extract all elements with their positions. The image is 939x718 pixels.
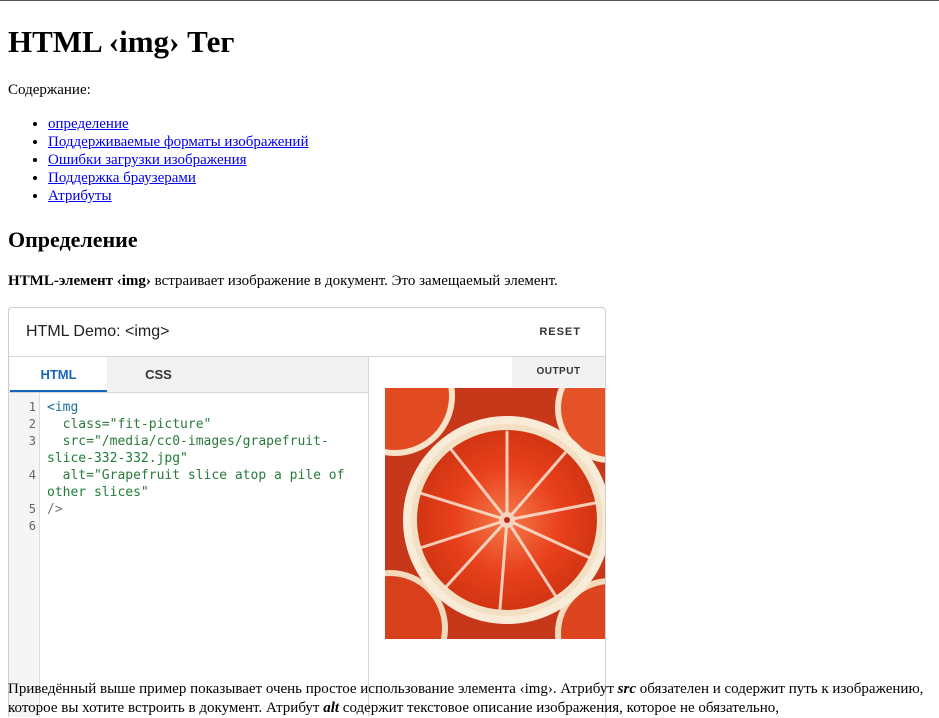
toc-label: Содержание: bbox=[8, 82, 91, 98]
output-pane: OUTPUT bbox=[369, 357, 605, 717]
code-text: slice-332-332.jpg" bbox=[47, 451, 188, 466]
line-number: 4 bbox=[28, 468, 36, 482]
line-number: 3 bbox=[28, 434, 36, 448]
tab-html[interactable]: HTML bbox=[10, 357, 107, 392]
definition-strong: HTML-элемент ‹img› bbox=[8, 273, 151, 289]
code-text: /> bbox=[47, 502, 63, 517]
output-label: OUTPUT bbox=[512, 357, 605, 387]
toc-item: Атрибуты bbox=[48, 187, 309, 205]
code-line: slice-332-332.jpg" bbox=[9, 450, 368, 467]
top-border bbox=[0, 0, 939, 1]
paragraph-text: Приведённый выше пример показывает очень… bbox=[8, 681, 618, 697]
toc-link-formats[interactable]: Поддерживаемые форматы изображений bbox=[48, 134, 309, 150]
line-number: 2 bbox=[28, 417, 36, 431]
paragraph-text: содержит текстовое описание изображения,… bbox=[339, 700, 780, 716]
intro-paragraph: Приведённый выше пример показывает очень… bbox=[8, 680, 933, 718]
code-line: 3 src="/media/cc0-images/grapefruit- bbox=[9, 433, 368, 450]
toc-link-definition[interactable]: определение bbox=[48, 116, 129, 132]
toc-item: определение bbox=[48, 115, 309, 133]
demo-header: HTML Demo: <img> RESET bbox=[9, 308, 605, 357]
page-title: HTML ‹img› Тег bbox=[8, 24, 235, 59]
code-line: 1 <img bbox=[9, 399, 368, 416]
code-text: alt="Grapefruit slice atop a pile of bbox=[47, 468, 345, 483]
toc-item: Поддерживаемые форматы изображений bbox=[48, 133, 309, 151]
toc-link-attributes[interactable]: Атрибуты bbox=[48, 188, 112, 204]
demo-title: HTML Demo: <img> bbox=[26, 323, 170, 340]
section-heading: Определение bbox=[8, 227, 138, 252]
reset-button[interactable]: RESET bbox=[539, 326, 581, 338]
code-line: 2 class="fit-picture" bbox=[9, 416, 368, 433]
code-text: <img bbox=[47, 400, 79, 415]
line-number: 5 bbox=[28, 502, 36, 516]
editor-tabs: HTML CSS bbox=[9, 357, 368, 393]
definition-rest: встраивает изображение в документ. Это з… bbox=[150, 273, 558, 289]
toc-item: Ошибки загрузки изображения bbox=[48, 151, 309, 169]
code-line: other slices" bbox=[9, 484, 368, 501]
interactive-demo: HTML Demo: <img> RESET HTML CSS 1 <img 2… bbox=[8, 307, 606, 717]
attr-src: src bbox=[617, 681, 636, 697]
toc-link-browser-support[interactable]: Поддержка браузерами bbox=[48, 170, 196, 186]
grapefruit-image bbox=[385, 388, 605, 639]
code-line: 4 alt="Grapefruit slice atop a pile of bbox=[9, 467, 368, 484]
code-editor[interactable]: 1 <img 2 class="fit-picture" 3 src="/med… bbox=[9, 393, 368, 717]
code-text: class="fit-picture" bbox=[47, 417, 212, 432]
line-number: 6 bbox=[28, 519, 36, 533]
table-of-contents: определение Поддерживаемые форматы изобр… bbox=[8, 115, 309, 205]
code-text: other slices" bbox=[47, 485, 149, 500]
tab-css[interactable]: CSS bbox=[110, 357, 207, 392]
code-line: 6 bbox=[9, 518, 368, 535]
line-number: 1 bbox=[28, 400, 36, 414]
attr-alt: alt bbox=[323, 700, 340, 716]
editor-pane: HTML CSS 1 <img 2 class="fit-picture" 3 … bbox=[9, 357, 369, 717]
code-text: src="/media/cc0-images/grapefruit- bbox=[47, 434, 329, 449]
toc-item: Поддержка браузерами bbox=[48, 169, 309, 187]
toc-link-errors[interactable]: Ошибки загрузки изображения bbox=[48, 152, 247, 168]
definition-text: HTML-элемент ‹img› встраивает изображени… bbox=[8, 272, 558, 290]
code-line: 5 /> bbox=[9, 501, 368, 518]
